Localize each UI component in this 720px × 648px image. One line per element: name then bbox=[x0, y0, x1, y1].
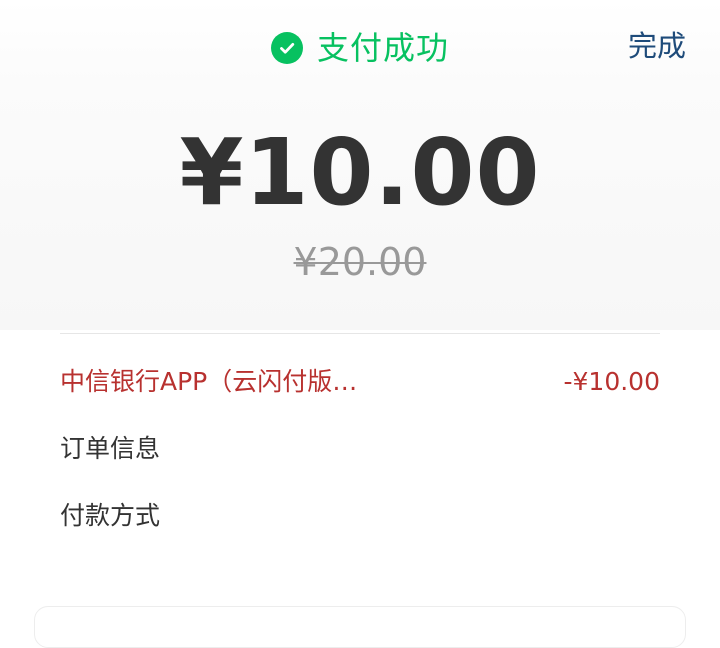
lower-card bbox=[34, 606, 686, 648]
merchant-amount: -¥10.00 bbox=[563, 367, 661, 396]
done-button[interactable]: 完成 bbox=[628, 28, 686, 64]
header: 支付成功 完成 bbox=[0, 0, 720, 96]
order-info-row[interactable]: 订单信息 bbox=[60, 432, 660, 466]
check-circle-icon bbox=[270, 32, 303, 64]
payment-status: 支付成功 bbox=[0, 28, 720, 68]
summary-divider bbox=[60, 333, 660, 334]
payment-method-row[interactable]: 付款方式 bbox=[60, 499, 660, 533]
merchant-name: 中信银行APP（云闪付版… bbox=[60, 367, 358, 396]
payment-status-title: 支付成功 bbox=[316, 29, 449, 67]
merchant-row[interactable]: 中信银行APP（云闪付版… -¥10.00 bbox=[60, 365, 660, 399]
payment-method-label: 付款方式 bbox=[60, 501, 161, 530]
order-info-label: 订单信息 bbox=[60, 434, 161, 463]
original-amount: ¥20.00 bbox=[293, 240, 427, 284]
payment-amount: ¥10.00 bbox=[179, 119, 541, 226]
